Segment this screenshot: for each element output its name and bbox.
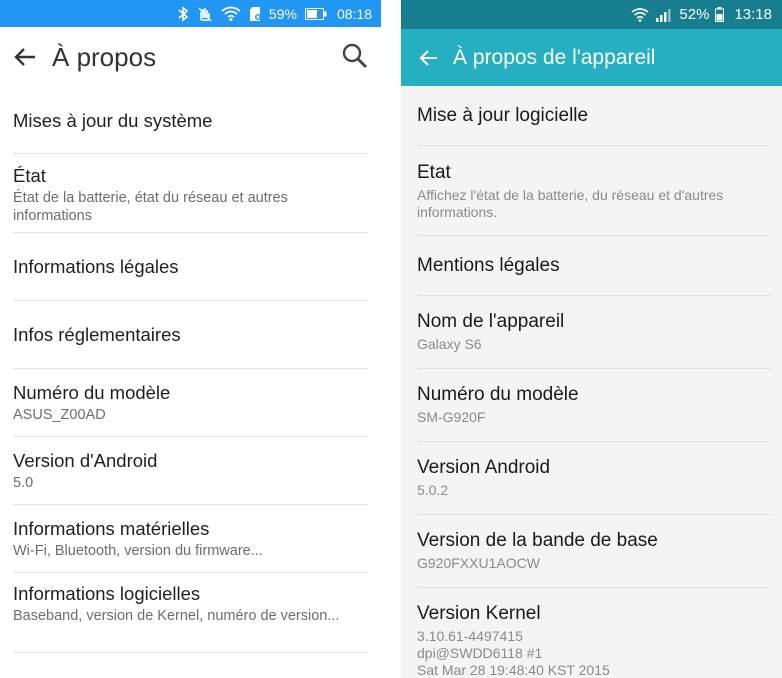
battery-percent: 59% <box>268 5 297 22</box>
item-title: Mise à jour logicielle <box>417 105 589 126</box>
list-item-device-name[interactable]: Nom de l'appareil Galaxy S6 <box>417 296 772 369</box>
item-subtitle: Wi-Fi, Bluetooth, version du firmware... <box>13 543 263 559</box>
item-subtitle-line3: Sat Mar 28 19:48:40 KST 2015 <box>417 662 610 678</box>
item-subtitle: Affichez l'état de la batterie, du résea… <box>417 187 724 220</box>
list-item-software-info[interactable]: Informations logicielles Baseband, versi… <box>13 573 368 653</box>
item-subtitle: 5.0 <box>13 475 34 491</box>
list-item-hardware-info[interactable]: Informations matérielles Wi-Fi, Bluetoot… <box>13 505 368 573</box>
sd-card-icon <box>249 6 263 22</box>
back-arrow-icon[interactable] <box>12 44 38 70</box>
item-subtitle: G920FXXU1AOCW <box>417 555 540 571</box>
status-bar: 52% 13:18 <box>401 0 782 29</box>
list-item-legal[interactable]: Mentions légales <box>417 236 772 296</box>
clock: 13:18 <box>734 6 772 23</box>
item-title: Informations matérielles <box>13 518 210 539</box>
item-title: Informations logicielles <box>13 583 201 604</box>
list-item-model-number[interactable]: Numéro du modèle ASUS_Z00AD <box>13 369 368 437</box>
hand-icon <box>197 6 213 22</box>
item-title: Mentions légales <box>417 255 560 276</box>
list-item-system-updates[interactable]: Mises à jour du système <box>13 87 368 154</box>
item-subtitle: Baseband, version de Kernel, numéro de v… <box>13 608 340 624</box>
item-title: Numéro du modèle <box>13 382 171 403</box>
item-title: Numéro du modèle <box>417 384 579 405</box>
item-title: État <box>13 165 46 186</box>
app-bar: À propos de l'appareil <box>401 29 782 86</box>
list-item-android-version[interactable]: Version d'Android 5.0 <box>13 437 368 505</box>
list-item-status[interactable]: État État de la batterie, état du réseau… <box>13 154 368 233</box>
bluetooth-icon <box>177 5 189 22</box>
item-title: Infos réglementaires <box>13 324 181 345</box>
item-title: Nom de l'appareil <box>417 311 565 332</box>
list-item-model-number[interactable]: Numéro du modèle SM-G920F <box>417 369 772 442</box>
item-subtitle: 5.0.2 <box>417 482 449 498</box>
status-bar: 59% 08:18 <box>0 0 381 27</box>
item-subtitle: Galaxy S6 <box>417 336 482 352</box>
settings-list: Mise à jour logicielle Etat Affichez l'é… <box>401 86 782 678</box>
battery-icon <box>304 7 327 20</box>
item-title: Version Kernel <box>417 603 541 624</box>
list-item-status[interactable]: Etat Affichez l'état de la batterie, du … <box>417 146 772 236</box>
item-title: Version d'Android <box>13 450 158 471</box>
settings-list: Mises à jour du système État État de la … <box>0 87 381 653</box>
page-title: À propos <box>52 41 157 72</box>
list-item-regulatory[interactable]: Infos réglementaires <box>13 301 368 369</box>
item-subtitle: État de la batterie, état du réseau et a… <box>13 190 288 224</box>
list-item-android-version[interactable]: Version Android 5.0.2 <box>417 442 772 515</box>
signal-icon <box>655 8 671 22</box>
item-title: Informations légales <box>13 256 179 277</box>
asus-about-screen: 59% 08:18 À propos Mises à jour du systè… <box>0 0 381 678</box>
wifi-icon <box>631 7 649 22</box>
search-icon[interactable] <box>342 43 368 69</box>
list-item-kernel-version[interactable]: Version Kernel 3.10.61-4497415 dpi@SWDD6… <box>417 588 772 678</box>
clock: 08:18 <box>336 5 372 22</box>
back-arrow-icon[interactable] <box>417 47 439 69</box>
page-title: À propos de l'appareil <box>453 45 656 69</box>
wifi-icon <box>221 6 241 21</box>
item-subtitle: ASUS_Z00AD <box>13 407 106 423</box>
battery-percent: 52% <box>679 6 710 23</box>
app-bar: À propos <box>0 27 381 87</box>
item-subtitle-line2: dpi@SWDD6118 #1 <box>417 645 543 661</box>
item-title: Version de la bande de base <box>417 530 658 551</box>
item-subtitle: SM-G920F <box>417 409 486 425</box>
samsung-about-screen: 52% 13:18 À propos de l'appareil Mise à … <box>401 0 782 678</box>
item-title: Etat <box>417 162 451 183</box>
item-subtitle: 3.10.61-4497415 <box>417 628 523 644</box>
list-item-legal[interactable]: Informations légales <box>13 233 368 301</box>
battery-icon <box>715 7 725 22</box>
item-title: Version Android <box>417 457 551 478</box>
list-item-baseband-version[interactable]: Version de la bande de base G920FXXU1AOC… <box>417 515 772 588</box>
list-item-software-update[interactable]: Mise à jour logicielle <box>417 86 772 146</box>
item-title: Mises à jour du système <box>13 110 213 131</box>
